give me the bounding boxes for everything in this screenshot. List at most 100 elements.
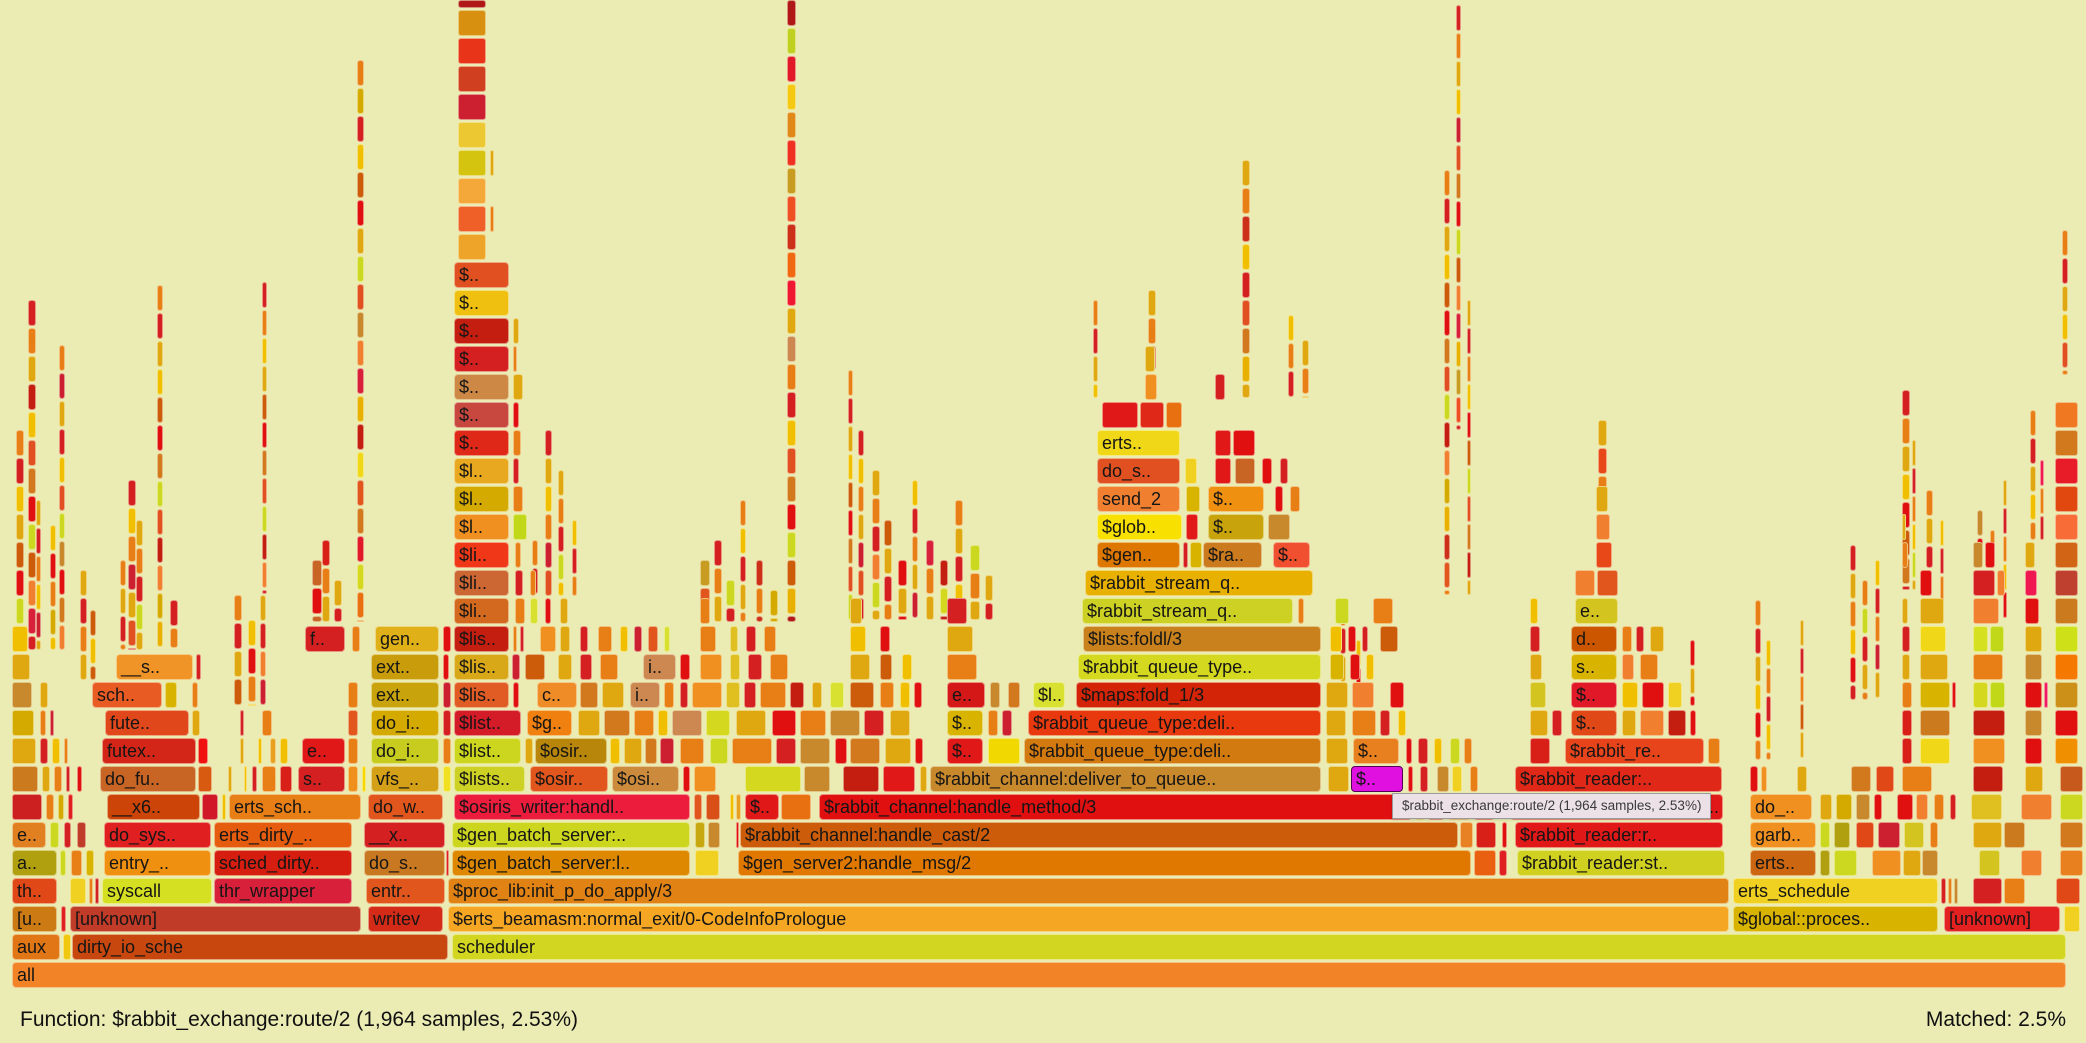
flame-block-small[interactable] — [446, 850, 449, 876]
flame-block-small[interactable] — [884, 604, 892, 620]
flame-block-small[interactable] — [1530, 654, 1542, 680]
flame-block-small[interactable] — [1912, 496, 1916, 522]
flame-block-small[interactable] — [1288, 371, 1294, 397]
flame-block[interactable]: erts.. — [1097, 430, 1180, 456]
flame-block-small[interactable] — [2030, 410, 2036, 436]
flame-block-small[interactable] — [40, 738, 48, 764]
flame-block-small[interactable] — [50, 637, 56, 650]
flame-block-small[interactable] — [2025, 682, 2042, 708]
flame-block-small[interactable] — [1102, 402, 1138, 428]
flame-block-small[interactable] — [2025, 738, 2042, 764]
flame-block-small[interactable] — [128, 592, 136, 618]
flame-block-small[interactable] — [1926, 546, 1933, 568]
flame-block-small[interactable] — [2055, 486, 2078, 512]
flame-block-small[interactable] — [970, 573, 980, 599]
flame-block-small[interactable] — [700, 654, 722, 680]
flame-block-small[interactable] — [12, 738, 36, 764]
flame-block-small[interactable] — [1800, 620, 1804, 646]
flame-block[interactable]: $maps:fold_1/3 — [1076, 682, 1321, 708]
flame-block[interactable]: th.. — [12, 878, 57, 904]
flame-block-small[interactable] — [1874, 794, 1882, 820]
flame-block-small[interactable] — [830, 682, 844, 708]
flame-block-small[interactable] — [912, 480, 918, 506]
flame-block-small[interactable] — [1650, 626, 1664, 652]
flame-block-small[interactable] — [262, 338, 267, 364]
flame-block-small[interactable] — [157, 425, 163, 451]
flame-block-small[interactable] — [80, 654, 87, 680]
flame-block-small[interactable] — [1596, 542, 1612, 568]
flame-block-small[interactable] — [80, 626, 87, 652]
flame-block-small[interactable] — [1499, 850, 1507, 876]
flame-block-small[interactable] — [756, 560, 763, 586]
flame-block-small[interactable] — [59, 401, 65, 427]
flame-block-small[interactable] — [357, 256, 364, 282]
flame-block-small[interactable] — [1183, 542, 1188, 568]
flame-block-small[interactable] — [1920, 738, 1950, 764]
flame-block-small[interactable] — [1460, 822, 1473, 848]
flame-block-small[interactable] — [59, 485, 65, 511]
flame-block[interactable]: do_w.. — [368, 794, 443, 820]
flame-block-small[interactable] — [1912, 468, 1916, 494]
flame-block-small[interactable] — [2055, 514, 2078, 540]
flame-block-small[interactable] — [1326, 682, 1348, 708]
flame-block-small[interactable] — [1690, 696, 1695, 706]
flame-block-small[interactable] — [66, 766, 70, 792]
flame-block[interactable]: $osiris_writer:handl.. — [454, 794, 690, 820]
flame-block-small[interactable] — [530, 570, 536, 596]
flame-block-small[interactable] — [770, 590, 778, 616]
flame-block-small[interactable] — [128, 480, 136, 506]
flame-block-small[interactable] — [2060, 794, 2083, 820]
flame-block[interactable]: s.. — [298, 766, 345, 792]
flame-block[interactable]: ext.. — [371, 654, 439, 680]
flame-block[interactable]: [u.. — [12, 906, 57, 932]
flame-block-small[interactable] — [1467, 412, 1471, 438]
flame-block-small[interactable] — [858, 430, 864, 456]
flame-block-small[interactable] — [1597, 570, 1618, 596]
flame-block-small[interactable] — [1950, 794, 1956, 820]
flame-block-small[interactable] — [1215, 430, 1231, 456]
flame-block-small[interactable] — [63, 934, 71, 960]
flame-block-small[interactable] — [1452, 766, 1462, 792]
flame-block-small[interactable] — [1851, 766, 1871, 792]
flame-block-small[interactable] — [50, 609, 56, 635]
flame-block-small[interactable] — [458, 38, 486, 64]
flame-block[interactable]: $.. — [947, 710, 983, 736]
flame-block-small[interactable] — [458, 206, 486, 232]
flame-block-small[interactable] — [850, 598, 862, 624]
flame-block-small[interactable] — [1761, 766, 1767, 792]
flame-block-small[interactable] — [884, 548, 892, 574]
flame-block-small[interactable] — [740, 612, 746, 622]
flame-block[interactable]: e.. — [302, 738, 345, 764]
flame-block-small[interactable] — [2030, 466, 2036, 492]
flame-block-small[interactable] — [848, 482, 853, 508]
flame-block-small[interactable] — [545, 570, 552, 596]
flame-block-small[interactable] — [680, 654, 690, 680]
flame-block-small[interactable] — [600, 654, 618, 680]
flame-block-small[interactable] — [1850, 601, 1856, 627]
flame-block-small[interactable] — [787, 280, 796, 306]
flame-block-small[interactable] — [680, 738, 704, 764]
flame-block-small[interactable] — [1456, 369, 1461, 395]
flame-block-small[interactable] — [234, 679, 242, 705]
flame-block-small[interactable] — [545, 542, 552, 568]
flame-block-small[interactable] — [68, 794, 73, 820]
flame-block-small[interactable] — [558, 554, 564, 580]
flame-block-small[interactable] — [80, 598, 87, 624]
flame-block-small[interactable] — [558, 582, 564, 596]
flame-block-small[interactable] — [1330, 626, 1342, 652]
flame-block-small[interactable] — [1186, 514, 1198, 540]
flame-block-small[interactable] — [1467, 552, 1471, 578]
flame-block-small[interactable] — [2062, 258, 2068, 284]
flame-block-small[interactable] — [830, 710, 860, 736]
flame-block-small[interactable] — [1352, 710, 1376, 736]
flame-block-small[interactable] — [1476, 822, 1496, 848]
flame-block-small[interactable] — [90, 610, 96, 636]
flame-block-small[interactable] — [843, 766, 879, 792]
flame-block-small[interactable] — [1850, 685, 1856, 700]
flame-block-small[interactable] — [357, 144, 364, 170]
flame-block-small[interactable] — [95, 878, 99, 904]
flame-block[interactable]: send_2 — [1097, 486, 1180, 512]
flame-block[interactable]: $l.. — [454, 514, 509, 540]
flame-block-small[interactable] — [12, 654, 30, 680]
flame-block-small[interactable] — [2055, 598, 2078, 624]
